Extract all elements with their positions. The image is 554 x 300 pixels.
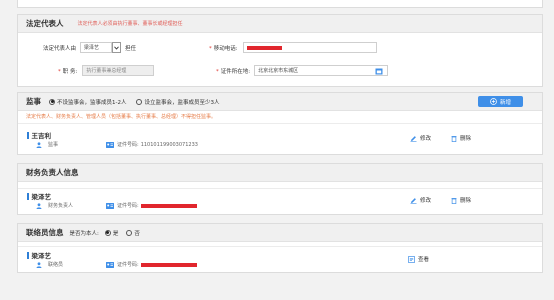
id-location-value: 北京北京市东城区 bbox=[258, 68, 299, 74]
supervisor-title: 监事 bbox=[26, 97, 41, 106]
supervisor-option-1-label: 不设监事会，监事成员1-2人 bbox=[57, 99, 127, 106]
phone-row: * 移动电话: bbox=[209, 42, 377, 53]
contact-self-no[interactable]: 否 bbox=[126, 229, 140, 237]
required-mark: * bbox=[58, 68, 61, 75]
finance-delete-button[interactable]: 删除 bbox=[451, 196, 471, 204]
contact-view-button[interactable]: 查看 bbox=[408, 255, 429, 263]
id-label: 证件号码: bbox=[117, 142, 139, 148]
radio-unselected[interactable] bbox=[136, 98, 143, 105]
supervisor-person-role: 监事 bbox=[36, 141, 58, 148]
person-icon bbox=[36, 141, 42, 148]
supervisor-delete-button[interactable]: 删除 bbox=[451, 134, 471, 142]
legal-rep-hint: 法定代表人必须由执行董事、董事长或经理担任 bbox=[77, 21, 183, 27]
legal-rep-select-value: 梁泽艺 bbox=[84, 45, 100, 51]
supervisor-option-2[interactable]: 设立监事会，监事成员至少3人 bbox=[136, 98, 220, 106]
supervisor-tip: 法定代表人、财务负责人、管理人员（包括董事、执行董事、总经理）不得担任监事。 bbox=[26, 114, 217, 120]
legal-rep-section: 法定代表人 法定代表人必须由执行董事、董事长或经理担任 法定代表人由 梁泽艺 担… bbox=[17, 14, 543, 87]
person-name: 王吉利 bbox=[27, 130, 52, 140]
edit-label: 修改 bbox=[420, 136, 432, 142]
calendar-icon[interactable] bbox=[375, 68, 383, 75]
add-label: 新增 bbox=[499, 99, 511, 106]
finance-id-redaction bbox=[140, 203, 197, 208]
contact-self-label: 是否为本人: bbox=[69, 230, 99, 237]
id-card-icon bbox=[106, 141, 114, 148]
required-mark: * bbox=[216, 68, 219, 75]
phone-label: 移动电话: bbox=[213, 45, 238, 52]
finance-header: 财务负责人信息 bbox=[18, 164, 542, 182]
add-supervisor-button[interactable]: 新增 bbox=[478, 96, 523, 107]
id-label: 证件号码: bbox=[117, 262, 139, 268]
view-label: 查看 bbox=[418, 257, 430, 263]
contact-person-name: 梁泽艺 bbox=[27, 250, 52, 260]
trash-icon bbox=[451, 197, 457, 204]
supervisor-section: 监事 不设监事会，监事成员1-2人 设立监事会，监事成员至少3人 新增 法定代表… bbox=[17, 92, 543, 155]
person-name: 梁泽艺 bbox=[27, 250, 52, 260]
delete-label: 删除 bbox=[460, 198, 472, 204]
contact-self-yes[interactable]: 是 bbox=[104, 229, 119, 237]
person-role: 联络员 bbox=[48, 262, 64, 268]
legal-rep-from-label: 法定代表人由 bbox=[43, 45, 77, 52]
position-input[interactable]: 执行董事兼总经理 bbox=[82, 65, 155, 76]
radio-unselected[interactable] bbox=[126, 229, 133, 236]
person-role: 监事 bbox=[48, 142, 59, 148]
finance-person-name: 梁泽艺 bbox=[27, 191, 52, 201]
person-icon bbox=[36, 202, 42, 209]
contact-title: 联络员信息 bbox=[26, 228, 64, 237]
supervisor-person-name: 王吉利 bbox=[27, 130, 52, 140]
plus-circle-icon bbox=[490, 98, 497, 105]
supervisor-option-1[interactable]: 不设监事会，监事成员1-2人 bbox=[49, 98, 126, 106]
no-label: 否 bbox=[134, 230, 140, 237]
phone-redaction bbox=[246, 45, 282, 50]
id-card-icon bbox=[106, 202, 114, 209]
position-value: 执行董事兼总经理 bbox=[86, 68, 127, 74]
id-location-row: * 证件所在地: 北京北京市东城区 bbox=[216, 65, 389, 76]
previous-section bbox=[17, 0, 543, 8]
pencil-icon bbox=[410, 135, 417, 142]
chevron-down-icon bbox=[114, 45, 119, 50]
pencil-icon bbox=[410, 197, 417, 204]
id-value: 110101199003071233 bbox=[140, 141, 198, 148]
person-role: 财务负责人 bbox=[48, 203, 74, 209]
divider bbox=[18, 188, 542, 189]
legal-rep-serve-label: 担任 bbox=[125, 45, 137, 52]
id-location-label: 证件所在地: bbox=[220, 68, 251, 75]
contact-header: 联络员信息 是否为本人: 是 否 bbox=[18, 224, 542, 242]
finance-title: 财务负责人信息 bbox=[26, 168, 79, 177]
finance-edit-button[interactable]: 修改 bbox=[410, 196, 431, 204]
id-card-icon bbox=[106, 261, 114, 268]
supervisor-header: 监事 不设监事会，监事成员1-2人 设立监事会，监事成员至少3人 bbox=[18, 93, 542, 111]
legal-rep-select[interactable]: 梁泽艺 bbox=[80, 42, 113, 53]
required-mark: * bbox=[209, 45, 212, 52]
position-label: 职 务: bbox=[62, 68, 78, 75]
id-label: 证件号码: bbox=[117, 203, 139, 209]
phone-input[interactable] bbox=[242, 42, 377, 53]
supervisor-edit-button[interactable]: 修改 bbox=[410, 134, 431, 142]
yes-label: 是 bbox=[112, 230, 119, 237]
contact-person-role: 联络员 bbox=[36, 261, 63, 268]
position-row: * 职 务: 执行董事兼总经理 bbox=[58, 65, 155, 76]
edit-label: 修改 bbox=[420, 198, 432, 204]
legal-rep-title: 法定代表人 bbox=[26, 19, 64, 28]
divider bbox=[18, 123, 542, 124]
finance-id-row: 证件号码: bbox=[106, 202, 197, 209]
supervisor-id-row: 证件号码: 110101199003071233 bbox=[106, 141, 198, 148]
person-name: 梁泽艺 bbox=[27, 191, 52, 201]
legal-rep-from-row: 法定代表人由 梁泽艺 担任 bbox=[43, 42, 136, 53]
finance-person-role: 财务负责人 bbox=[36, 202, 73, 209]
legal-rep-header: 法定代表人 法定代表人必须由执行董事、董事长或经理担任 bbox=[18, 15, 542, 33]
document-view-icon bbox=[408, 255, 415, 263]
divider bbox=[18, 246, 542, 247]
delete-label: 删除 bbox=[460, 136, 472, 142]
supervisor-option-2-label: 设立监事会，监事成员至少3人 bbox=[144, 99, 220, 106]
radio-selected[interactable] bbox=[104, 229, 111, 236]
legal-rep-select-toggle[interactable] bbox=[112, 42, 122, 53]
id-location-input[interactable]: 北京北京市东城区 bbox=[254, 65, 389, 76]
trash-icon bbox=[451, 135, 457, 142]
finance-section: 财务负责人信息 梁泽艺 财务负责人 证件号码: 修改 删除 bbox=[17, 163, 543, 215]
contact-section: 联络员信息 是否为本人: 是 否 梁泽艺 联络员 证件号码: 查看 bbox=[17, 223, 543, 273]
radio-selected[interactable] bbox=[49, 98, 55, 105]
person-icon bbox=[36, 261, 42, 268]
contact-id-row: 证件号码: bbox=[106, 261, 197, 268]
contact-id-redaction bbox=[140, 262, 197, 267]
